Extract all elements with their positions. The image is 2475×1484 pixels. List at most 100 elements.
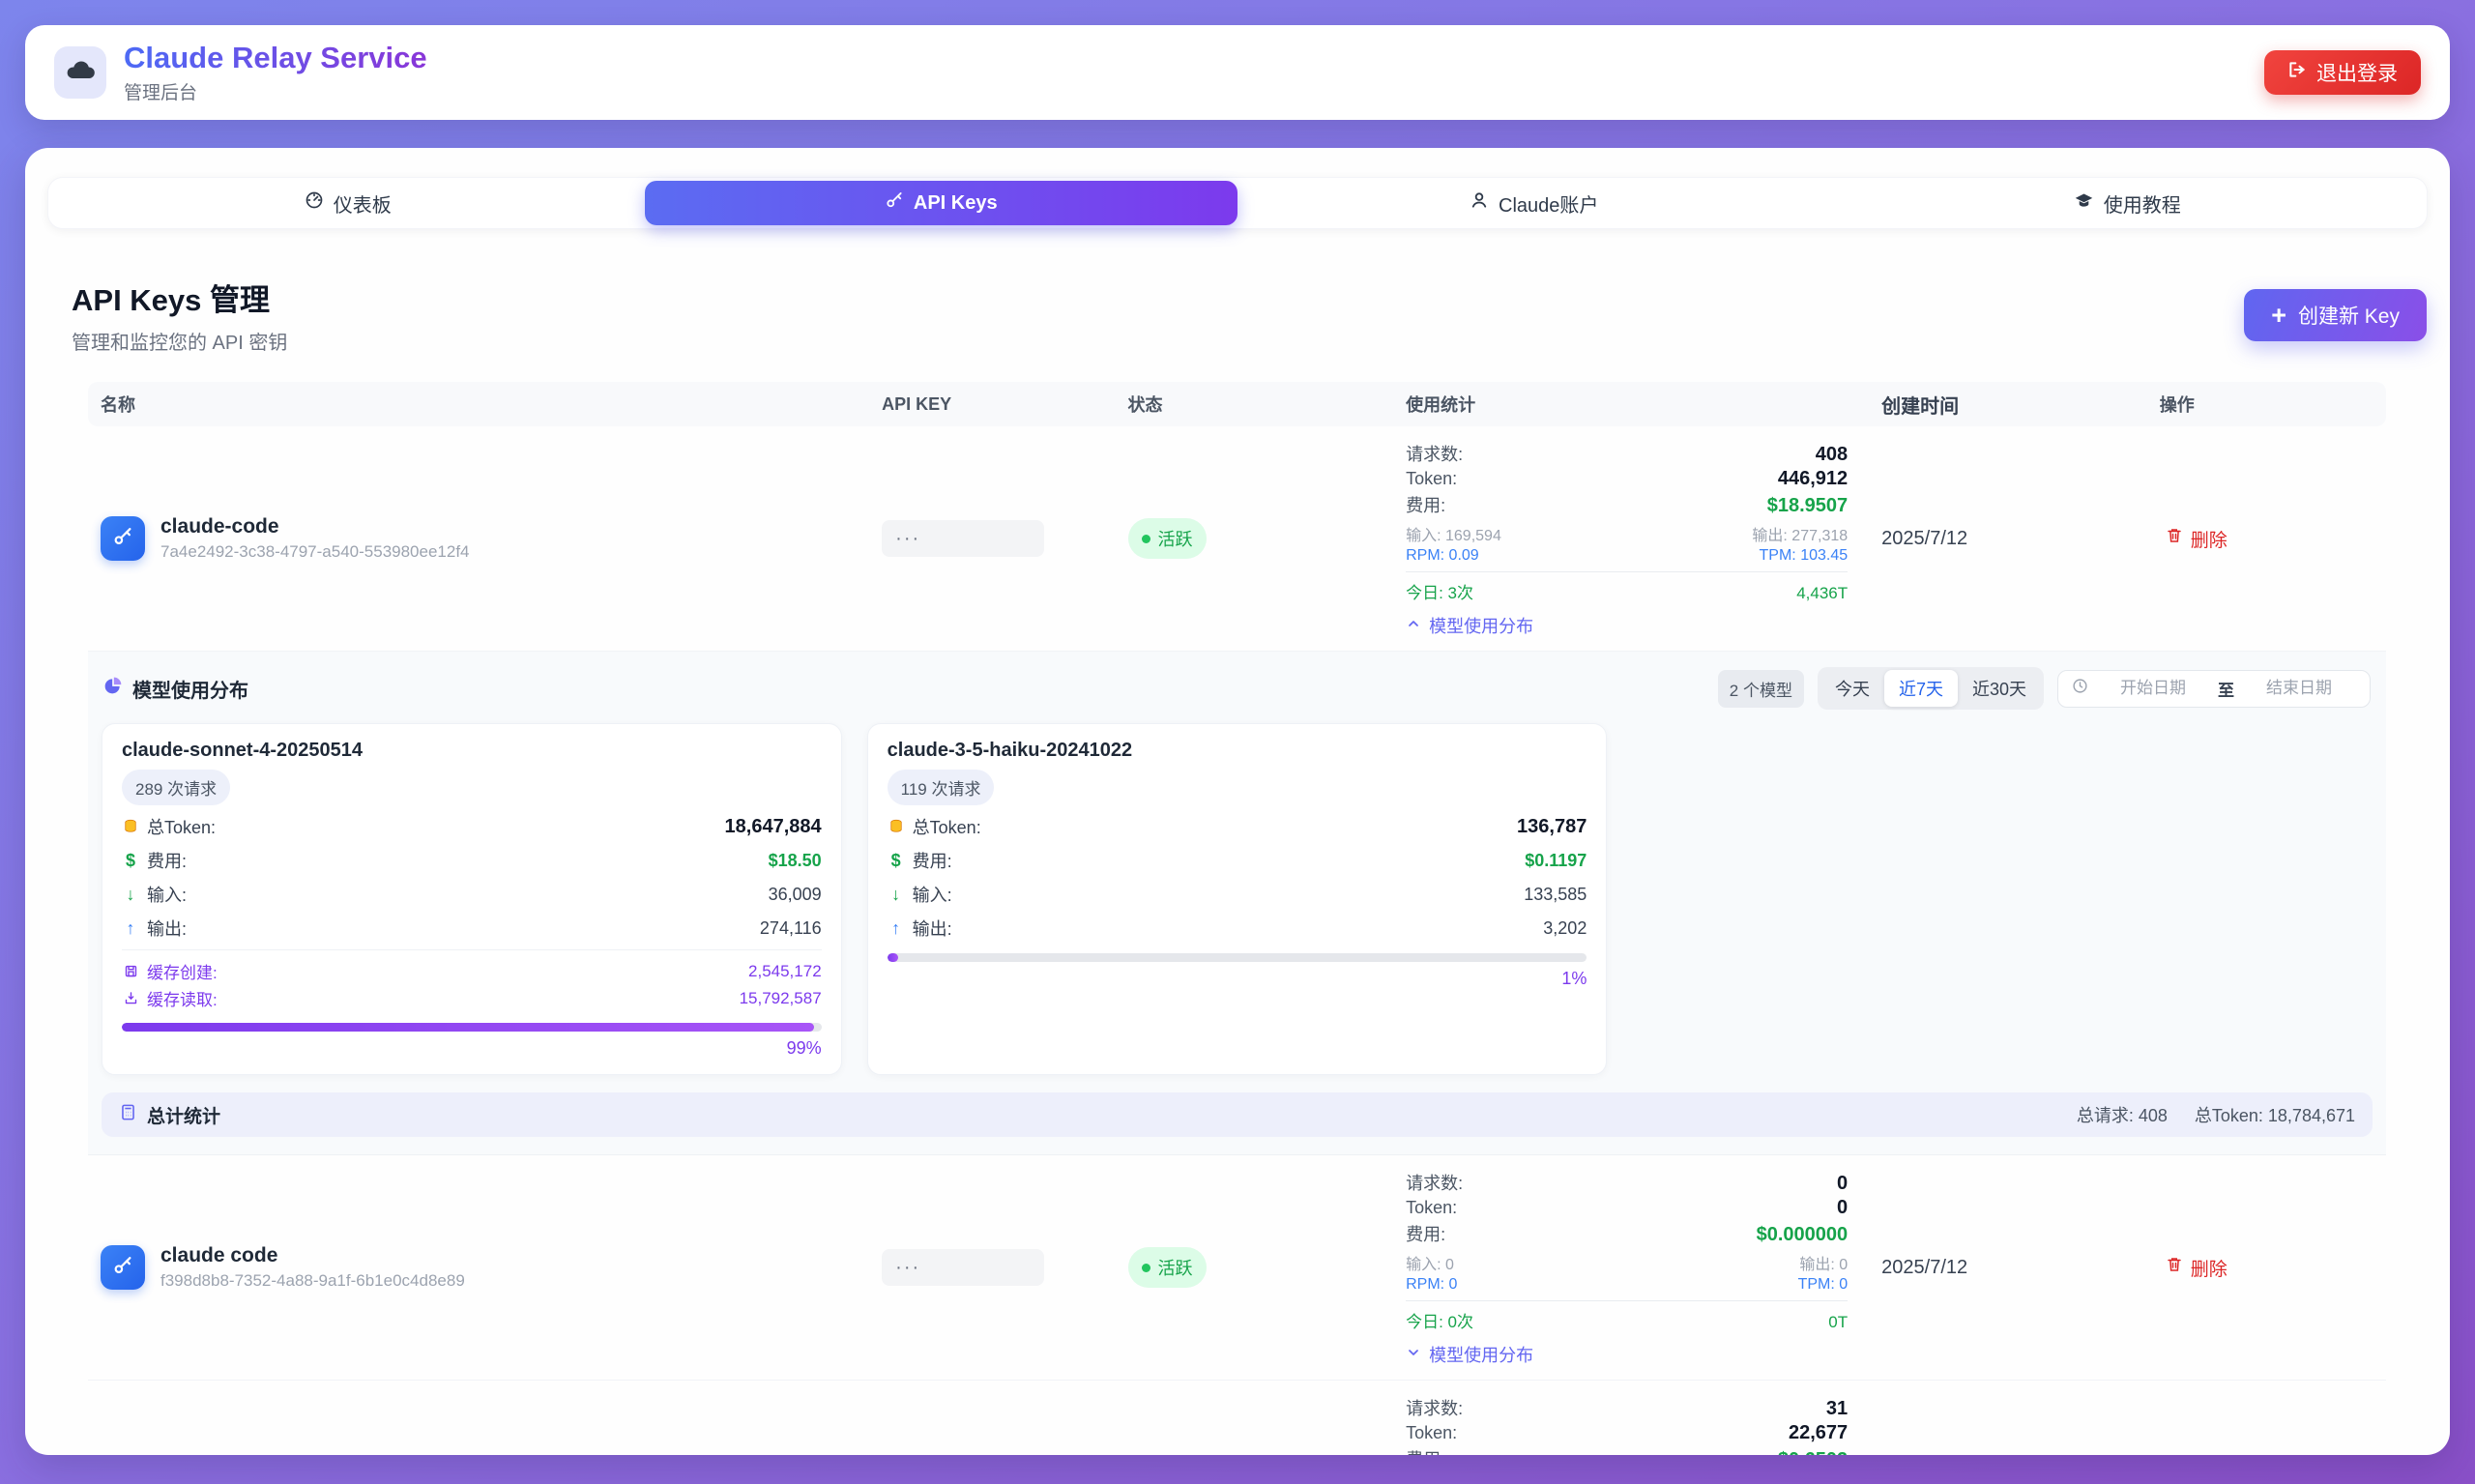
requests-value: 31 xyxy=(1826,1398,1848,1420)
output-tokens: 输出: 277,318 xyxy=(1752,522,1848,545)
key-badge xyxy=(101,1245,145,1290)
cost-label: 费用: xyxy=(1406,1221,1445,1246)
input-tokens: 输入: 169,594 xyxy=(1406,522,1501,545)
dollar-icon: $ xyxy=(888,851,905,871)
requests-value: 408 xyxy=(1816,444,1848,466)
usage-stats: 请求数:31 Token:22,677 费用:$0.6502 输入: 1,349… xyxy=(1393,1393,1869,1455)
total-requests: 总请求: 408 xyxy=(2077,1102,2168,1127)
coins-icon xyxy=(888,818,905,835)
main-panel: 仪表板 API Keys Claude账户 使用教程 API Keys 管理 管… xyxy=(25,148,2450,1455)
status-dot xyxy=(1142,535,1150,543)
trash-icon xyxy=(2166,1256,2183,1279)
plus-icon: + xyxy=(2271,303,2286,329)
requests-label: 请求数: xyxy=(1406,1395,1463,1420)
delete-button[interactable]: 删除 xyxy=(2160,525,2233,553)
gauge-icon xyxy=(305,190,324,216)
delete-button[interactable]: 删除 xyxy=(2160,1254,2233,1282)
usage-stats: 请求数:0 Token:0 费用:$0.000000 输入: 0输出: 0 RP… xyxy=(1393,1168,1869,1367)
app-header: Claude Relay Service 管理后台 退出登录 xyxy=(25,25,2450,120)
tab-tutorial-label: 使用教程 xyxy=(2104,189,2181,218)
model-usage-title-group: 模型使用分布 xyxy=(103,675,248,703)
logout-label: 退出登录 xyxy=(2316,58,2398,87)
col-header-actions: 操作 xyxy=(2147,392,2386,417)
delete-label: 删除 xyxy=(2191,526,2228,552)
period-today-button[interactable]: 今天 xyxy=(1820,670,1884,707)
model-output-value: 3,202 xyxy=(1543,918,1587,939)
clock-icon xyxy=(2072,678,2088,699)
created-date: 2025/7/12 xyxy=(1869,1257,2147,1279)
page-title: API Keys 管理 xyxy=(72,276,287,319)
key-icon xyxy=(112,1255,133,1281)
token-value: 22,677 xyxy=(1789,1422,1848,1444)
cost-value: $0.000000 xyxy=(1757,1224,1849,1246)
today-requests: 今日: 3次 xyxy=(1406,579,1473,603)
model-usage-title: 模型使用分布 xyxy=(132,675,248,703)
arrow-up-icon: ↑ xyxy=(888,918,905,939)
model-name: claude-sonnet-4-20250514 xyxy=(122,740,822,762)
api-key-name: claude-code xyxy=(160,515,470,538)
cache-read-label: 缓存读取: xyxy=(147,986,218,1010)
section-header: API Keys 管理 管理和监控您的 API 密钥 + 创建新 Key xyxy=(72,276,2427,355)
model-cost-value: $0.1197 xyxy=(1525,851,1587,871)
tab-claude-account[interactable]: Claude账户 xyxy=(1238,181,1831,225)
end-date-input[interactable] xyxy=(2242,678,2356,699)
app-title: Claude Relay Service xyxy=(124,41,427,75)
logout-button[interactable]: 退出登录 xyxy=(2264,50,2421,95)
pie-chart-icon xyxy=(103,676,123,701)
table-row: claude-code 7a4e2492-3c38-4797-a540-5539… xyxy=(88,426,2386,652)
input-tokens: 输入: 0 xyxy=(1406,1251,1454,1274)
api-key-masked[interactable]: ··· xyxy=(882,1249,1044,1286)
table-header-row: 名称 API KEY 状态 使用统计 创建时间 操作 xyxy=(88,382,2386,426)
key-icon xyxy=(112,526,133,552)
period-30d-button[interactable]: 近30天 xyxy=(1958,670,2041,707)
logout-icon xyxy=(2287,60,2307,85)
requests-value: 0 xyxy=(1837,1173,1848,1195)
model-usage-toggle[interactable]: 模型使用分布 xyxy=(1406,613,1848,638)
period-7d-button[interactable]: 近7天 xyxy=(1884,670,1958,707)
model-cards-grid: claude-sonnet-4-20250514 289 次请求 总Token:… xyxy=(102,723,2373,1075)
model-usage-toggle-label: 模型使用分布 xyxy=(1429,613,1533,638)
output-tokens: 输出: 0 xyxy=(1799,1251,1848,1274)
created-date: 2025/7/12 xyxy=(1869,528,2147,550)
today-tokens: 0T xyxy=(1828,1313,1848,1332)
api-key-masked[interactable]: ··· xyxy=(882,520,1044,557)
col-header-created: 创建时间 xyxy=(1869,391,2147,419)
model-name: claude-3-5-haiku-20241022 xyxy=(888,740,1587,762)
arrow-down-icon: ↓ xyxy=(122,885,139,905)
col-header-stats: 使用统计 xyxy=(1393,392,1869,417)
tab-api-keys[interactable]: API Keys xyxy=(645,181,1238,225)
usage-stats: 请求数:408 Token:446,912 费用:$18.9507 输入: 16… xyxy=(1393,439,1869,638)
col-header-key: API KEY xyxy=(869,394,1115,415)
model-usage-toggle-label: 模型使用分布 xyxy=(1429,1342,1533,1367)
today-requests: 今日: 0次 xyxy=(1406,1308,1473,1332)
app-logo xyxy=(54,46,106,99)
model-cost-value: $18.50 xyxy=(769,851,822,871)
date-range-picker[interactable]: 至 xyxy=(2057,670,2371,708)
tab-api-keys-label: API Keys xyxy=(914,192,998,215)
tab-claude-account-label: Claude账户 xyxy=(1499,189,1598,218)
status-badge: 活跃 xyxy=(1128,1247,1207,1288)
total-token-value: 136,787 xyxy=(1517,816,1587,838)
usage-progress-fill xyxy=(122,1023,814,1032)
app-subtitle: 管理后台 xyxy=(124,78,427,104)
floppy-icon xyxy=(122,964,139,978)
model-usage-toggle[interactable]: 模型使用分布 xyxy=(1406,1342,1848,1367)
col-header-status: 状态 xyxy=(1116,392,1394,417)
start-date-input[interactable] xyxy=(2096,678,2210,699)
tab-tutorial[interactable]: 使用教程 xyxy=(1831,181,2425,225)
create-key-button[interactable]: + 创建新 Key xyxy=(2244,289,2427,341)
cloud-icon xyxy=(65,55,96,91)
table-row: claude code f398d8b8-7352-4a88-9a1f-6b1e… xyxy=(88,1155,2386,1381)
trash-icon xyxy=(2166,527,2183,550)
tab-dashboard[interactable]: 仪表板 xyxy=(51,181,645,225)
api-keys-table: 名称 API KEY 状态 使用统计 创建时间 操作 claude-code 7… xyxy=(88,382,2386,1455)
download-icon xyxy=(122,991,139,1005)
model-count-badge: 2 个模型 xyxy=(1718,670,1804,708)
model-requests-badge: 119 次请求 xyxy=(888,770,995,805)
requests-label: 请求数: xyxy=(1406,1170,1463,1195)
model-card: claude-sonnet-4-20250514 289 次请求 总Token:… xyxy=(102,723,842,1075)
totals-title: 总计统计 xyxy=(147,1102,220,1128)
cost-value: $0.6502 xyxy=(1778,1449,1848,1455)
tab-bar: 仪表板 API Keys Claude账户 使用教程 xyxy=(47,177,2428,229)
tpm-value: TPM: 0 xyxy=(1798,1276,1849,1294)
